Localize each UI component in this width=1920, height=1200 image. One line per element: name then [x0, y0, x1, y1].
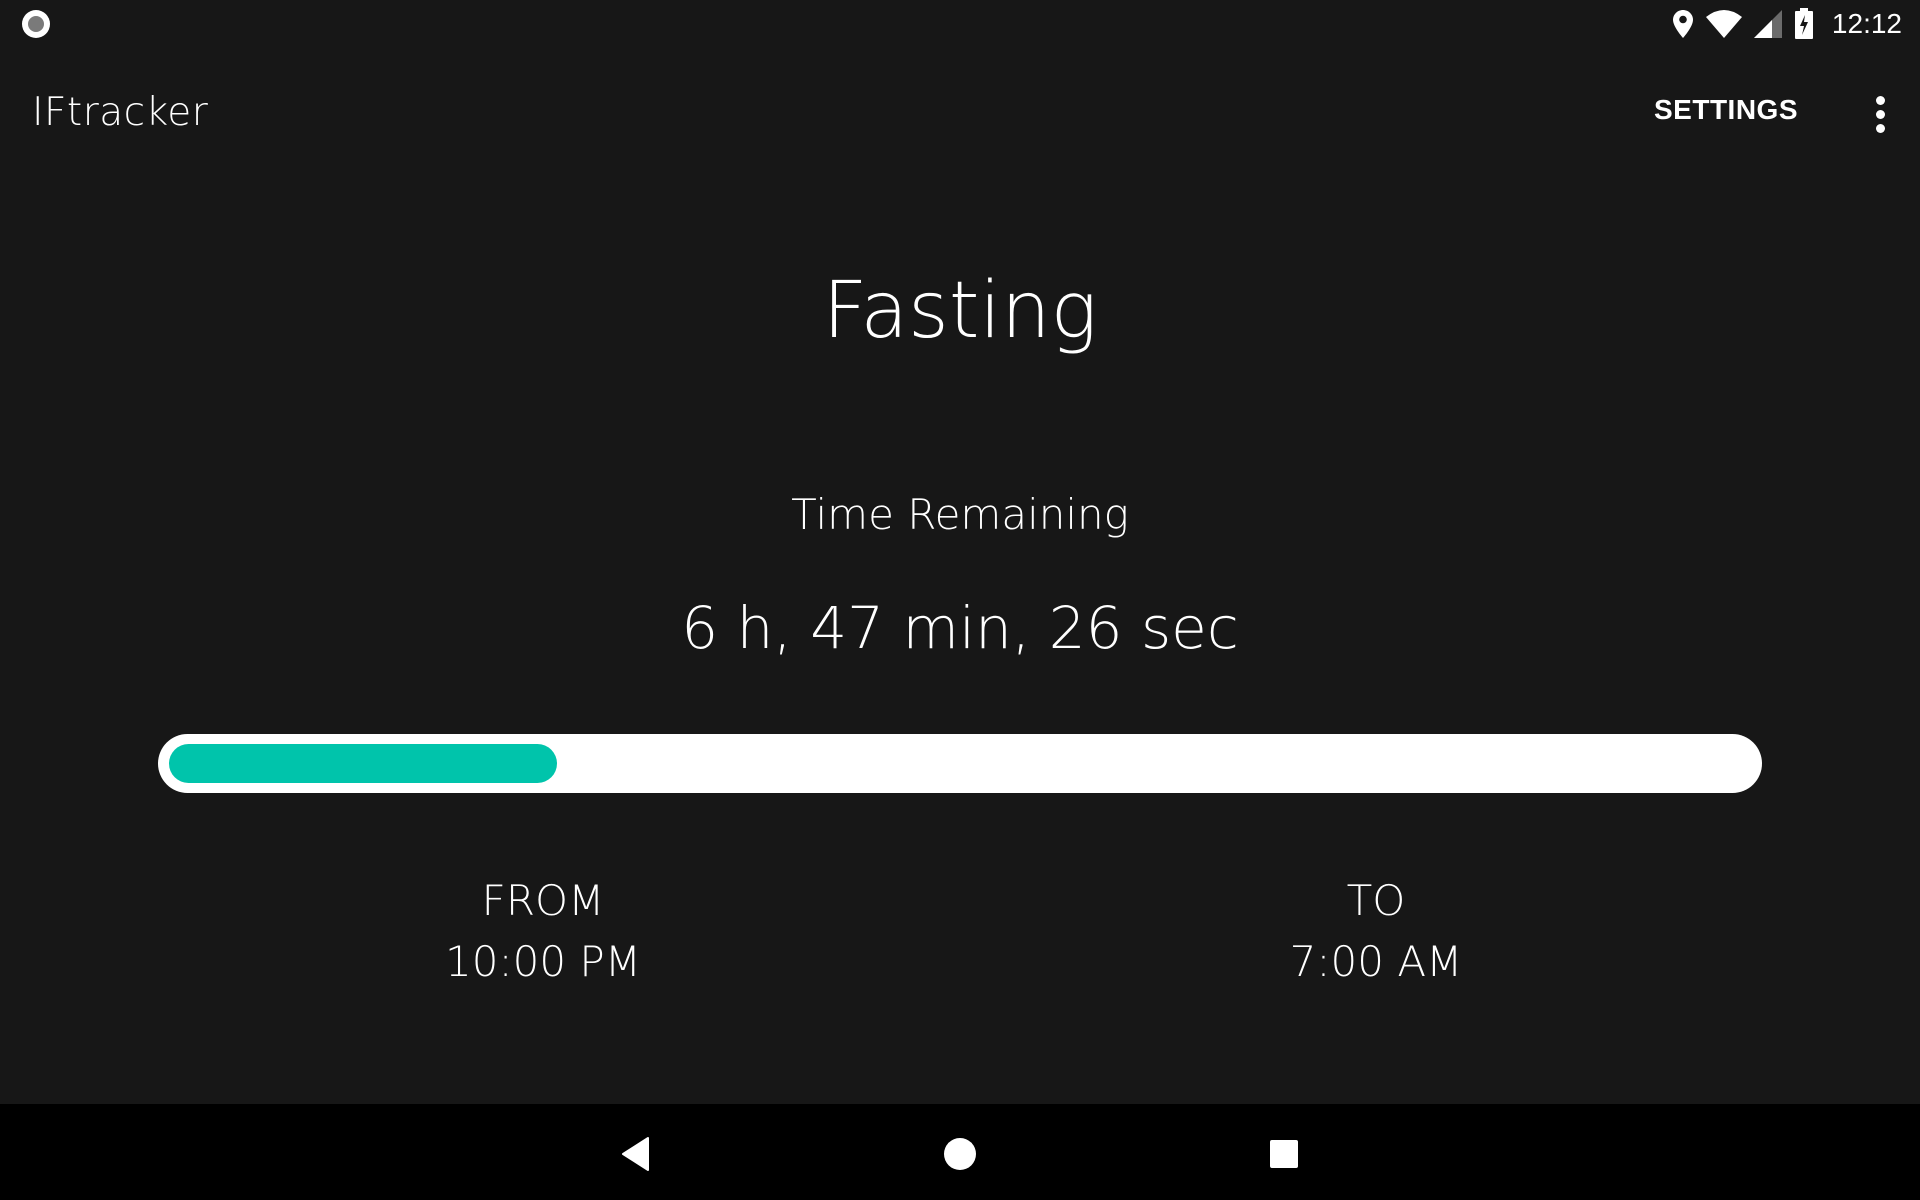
dot [1875, 109, 1885, 119]
navigation-bar [0, 1104, 1920, 1200]
dot [1875, 95, 1885, 105]
status-icons: 12:12 [1672, 6, 1902, 42]
fasting-state-title: Fasting [822, 266, 1098, 356]
from-time[interactable]: 10:00 PM [343, 930, 743, 994]
more-vert-icon[interactable] [1860, 92, 1900, 136]
battery-charging-icon [1794, 8, 1813, 39]
time-remaining-label: Time Remaining [791, 490, 1129, 539]
to-section: TO 7:00 AM [1176, 872, 1576, 994]
back-icon [622, 1137, 649, 1171]
app-title: IFtracker [32, 90, 209, 135]
status-bar: 12:12 [0, 0, 1920, 48]
dot [1875, 123, 1885, 133]
home-icon [944, 1138, 976, 1170]
time-remaining-value: 6 h, 47 min, 26 sec [681, 594, 1239, 662]
recents-button[interactable] [1256, 1126, 1312, 1182]
back-button[interactable] [608, 1126, 664, 1182]
from-label: FROM [481, 876, 605, 925]
to-time[interactable]: 7:00 AM [1176, 930, 1576, 994]
settings-button[interactable]: SETTINGS [1654, 94, 1798, 126]
home-button[interactable] [932, 1126, 988, 1182]
app-bar: IFtracker SETTINGS [0, 48, 1920, 184]
from-section: FROM 10:00 PM [343, 872, 743, 994]
to-label: TO [1346, 876, 1406, 925]
clock: 12:12 [1831, 8, 1902, 39]
progress-fill [169, 744, 557, 783]
screen-record-icon [22, 10, 50, 38]
location-icon [1672, 10, 1693, 38]
signal-icon [1753, 10, 1782, 38]
recents-icon [1270, 1140, 1298, 1168]
wifi-icon [1705, 10, 1742, 38]
fasting-progress-bar [158, 734, 1762, 793]
